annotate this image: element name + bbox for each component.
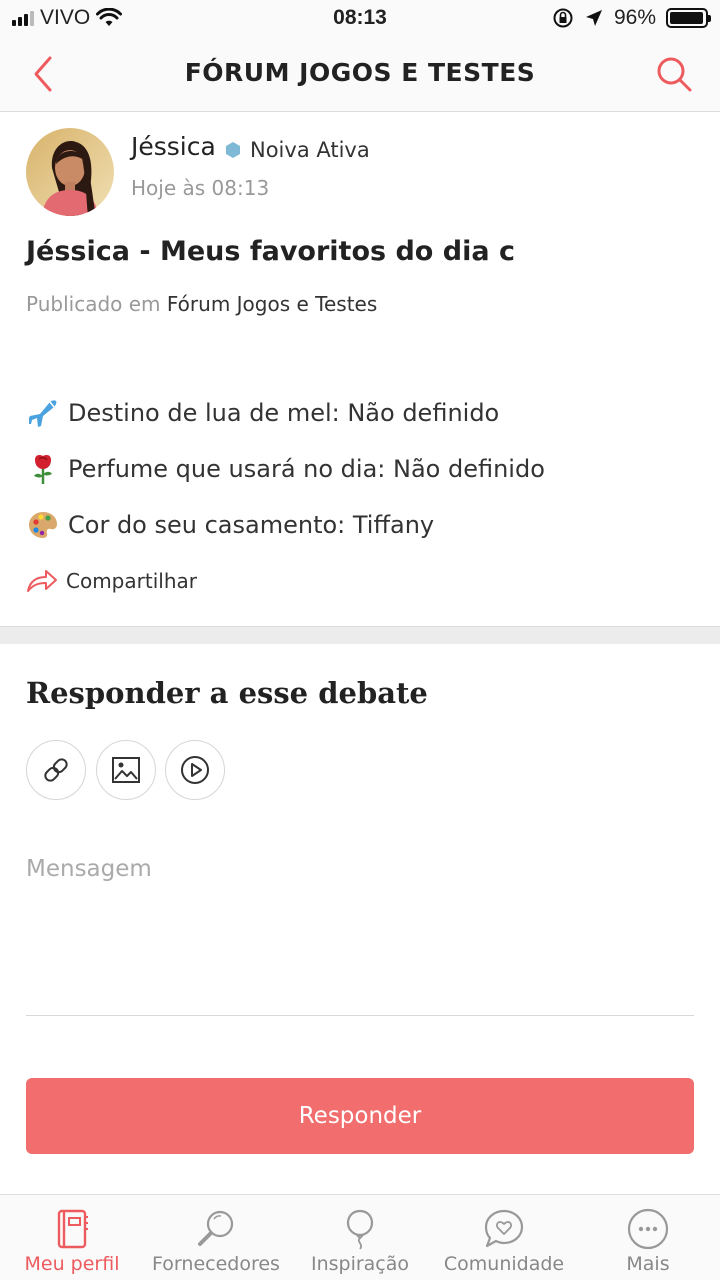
published-prefix: Publicado em bbox=[26, 292, 161, 316]
post-line: Destino de lua de mel: Não definido bbox=[26, 396, 499, 430]
link-icon bbox=[44, 758, 68, 782]
rose-icon bbox=[34, 455, 52, 484]
image-icon bbox=[112, 757, 140, 783]
post-line-text: Perfume que usará no dia: Não definido bbox=[68, 455, 545, 483]
avatar-image bbox=[26, 128, 114, 216]
forum-link[interactable]: Fórum Jogos e Testes bbox=[167, 292, 377, 316]
section-divider bbox=[0, 626, 720, 644]
share-arrow-icon bbox=[27, 570, 57, 592]
airplane-icon bbox=[29, 400, 57, 427]
tab-meu-perfil[interactable]: Meu perfil bbox=[0, 1203, 144, 1280]
reply-heading: Responder a esse debate bbox=[26, 676, 428, 710]
back-button[interactable] bbox=[22, 52, 66, 96]
post-line: Cor do seu casamento: Tiffany bbox=[26, 508, 434, 542]
more-icon bbox=[627, 1208, 669, 1250]
page-title: FÓRUM JOGOS E TESTES bbox=[184, 58, 536, 87]
chat-heart-icon bbox=[484, 1209, 524, 1248]
hexagon-icon bbox=[226, 142, 240, 158]
message-input[interactable] bbox=[26, 848, 694, 1016]
share-button[interactable]: Compartilhar bbox=[26, 568, 197, 594]
tab-comunidade[interactable]: Comunidade bbox=[432, 1203, 576, 1280]
planner-icon bbox=[57, 1209, 88, 1249]
search-button[interactable] bbox=[652, 52, 696, 96]
badge-label: Noiva Ativa bbox=[250, 138, 370, 162]
post-title: Jéssica - Meus favoritos do dia c bbox=[26, 236, 515, 267]
insert-link-button[interactable] bbox=[26, 740, 86, 800]
location-icon bbox=[585, 10, 602, 26]
published-in: Publicado em Fórum Jogos e Testes bbox=[26, 292, 377, 316]
balloon-icon bbox=[346, 1209, 374, 1250]
post-line: Perfume que usará no dia: Não definido bbox=[26, 452, 545, 486]
reply-submit-button[interactable]: Responder bbox=[26, 1078, 694, 1154]
video-icon bbox=[181, 756, 209, 784]
tab-inspiracao[interactable]: Inspiração bbox=[288, 1203, 432, 1280]
forum-post: Jéssica Noiva Ativa Hoje às 08:13 Jéssic… bbox=[0, 112, 720, 626]
tab-label: Inspiração bbox=[310, 1253, 410, 1275]
post-timestamp: Hoje às 08:13 bbox=[131, 176, 270, 200]
insert-image-button[interactable] bbox=[96, 740, 156, 800]
tab-label: Mais bbox=[626, 1253, 670, 1275]
user-badge: Noiva Ativa bbox=[224, 138, 370, 162]
tab-fornecedores[interactable]: Fornecedores bbox=[144, 1203, 288, 1280]
avatar[interactable] bbox=[26, 128, 114, 216]
chevron-left-icon bbox=[34, 56, 52, 92]
tab-bar: Meu perfil Fornecedores Inspiração Comun… bbox=[0, 1194, 720, 1280]
tab-label: Fornecedores bbox=[152, 1253, 280, 1275]
author-name[interactable]: Jéssica bbox=[131, 132, 216, 161]
nav-bar: FÓRUM JOGOS E TESTES bbox=[0, 36, 720, 112]
tab-label: Meu perfil bbox=[24, 1253, 120, 1275]
palette-icon bbox=[29, 512, 57, 538]
battery-percent: 96% bbox=[613, 6, 656, 29]
search-icon bbox=[657, 57, 692, 92]
battery-icon bbox=[666, 8, 711, 28]
tab-label: Comunidade bbox=[443, 1253, 565, 1275]
orientation-lock-icon bbox=[553, 8, 573, 28]
post-line-text: Cor do seu casamento: Tiffany bbox=[68, 511, 435, 539]
tab-mais[interactable]: Mais bbox=[576, 1203, 720, 1280]
post-line-text: Destino de lua de mel: Não definido bbox=[68, 399, 500, 427]
insert-video-button[interactable] bbox=[165, 740, 225, 800]
status-bar: VIVO 08:13 96% bbox=[0, 0, 720, 36]
magnifier-icon bbox=[198, 1210, 234, 1246]
status-right: 96% bbox=[552, 6, 711, 30]
battery-level bbox=[670, 12, 703, 24]
share-label: Compartilhar bbox=[66, 569, 197, 593]
